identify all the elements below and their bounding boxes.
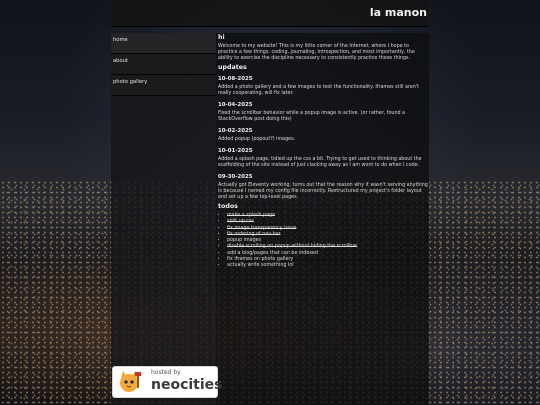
- updates-heading: updates: [218, 64, 247, 71]
- update-text: Added a photo gallery and a few images t…: [218, 85, 419, 96]
- update-date: 10-04-2025: [218, 102, 253, 108]
- update-text: Added a splash page, tidied up the css a…: [218, 157, 422, 168]
- site-header: la manon: [111, 0, 429, 27]
- neocities-badge[interactable]: hosted by neocities: [112, 366, 223, 398]
- update-text: Fixed the scrollbar behavior while a pop…: [218, 111, 405, 122]
- update-date: 09-30-2025: [218, 174, 253, 180]
- nav-item-home[interactable]: home: [111, 33, 216, 54]
- update-date: 10-08-2025: [218, 76, 253, 82]
- badge-line1: hosted by: [151, 369, 181, 376]
- badge-line2: neocities: [151, 377, 223, 393]
- site-title: la manon: [369, 6, 427, 19]
- intro-text: Welcome to my website! This is my little…: [218, 44, 415, 61]
- page-heading: hi: [218, 34, 225, 41]
- sidebar-nav: home about photo gallery: [111, 33, 216, 405]
- todo-list: make a splash page split up css fix imag…: [218, 213, 429, 270]
- main-content: hi Welcome to my website! This is my lit…: [216, 33, 429, 405]
- update-date: 10-02-2025: [218, 128, 253, 134]
- todos-heading: todos: [218, 203, 238, 210]
- neocities-cat-icon: [120, 371, 141, 392]
- update-text: Actually got Eleventy working, turns out…: [218, 183, 428, 200]
- todo-item: actually write something lol: [227, 263, 429, 269]
- update-text: Added popup (popout?) images.: [218, 137, 296, 142]
- nav-item-photo-gallery[interactable]: photo gallery: [111, 75, 216, 96]
- update-date: 10-01-2025: [218, 148, 253, 154]
- nav-item-about[interactable]: about: [111, 54, 216, 75]
